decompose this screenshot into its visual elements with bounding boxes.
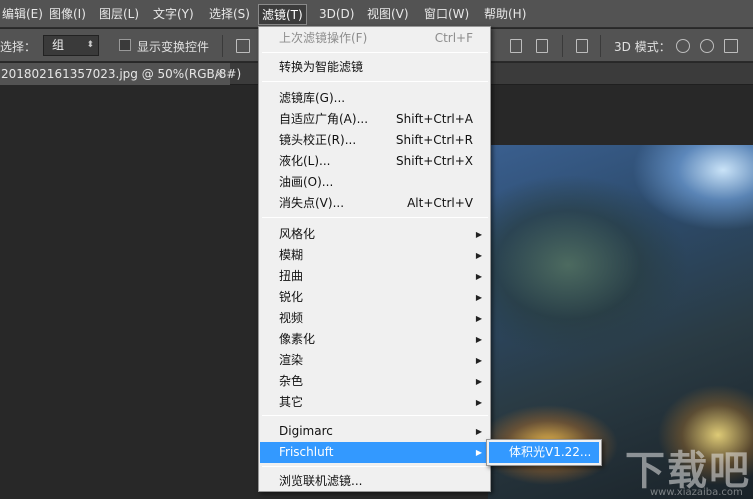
3d-rotate-icon[interactable] <box>676 39 690 53</box>
document-tab-title: 201802161357023.jpg @ 50%(RGB/8#) <box>1 67 242 81</box>
menu-item-label: Frischluft <box>279 445 334 459</box>
menu-item-blur[interactable]: 模糊 ▶ <box>260 245 489 266</box>
submenu-arrow-icon: ▶ <box>475 314 482 323</box>
menu-item-label: Digimarc <box>279 424 333 438</box>
filter-menu-dropdown: 上次滤镜操作(F) Ctrl+F 转换为智能滤镜 滤镜库(G)... 自适应广角… <box>258 26 491 492</box>
auto-select-value: 组 <box>52 38 65 52</box>
menu-bar: 编辑(E) 图像(I) 图层(L) 文字(Y) 选择(S) 滤镜(T) 3D(D… <box>0 0 753 28</box>
menu-item-label: 油画(O)... <box>279 175 334 189</box>
menu-item-stylize[interactable]: 风格化 ▶ <box>260 224 489 245</box>
submenu-arrow-icon: ▶ <box>475 335 482 344</box>
menu-view[interactable]: 视图(V) <box>364 4 412 25</box>
menu-item-noise[interactable]: 杂色 ▶ <box>260 371 489 392</box>
submenu-arrow-icon: ▶ <box>475 251 482 260</box>
auto-select-dropdown[interactable]: 组 ⬍ <box>43 35 99 56</box>
separator <box>600 35 601 57</box>
3d-mode-label: 3D 模式： <box>614 40 671 54</box>
menu-item-label: 风格化 <box>279 227 316 241</box>
menu-item-oil-paint[interactable]: 油画(O)... <box>260 172 489 193</box>
menu-filter[interactable]: 滤镜(T) <box>258 4 307 25</box>
menu-item-vanishing-point[interactable]: 消失点(V)... Alt+Ctrl+V <box>260 193 489 214</box>
separator <box>562 35 563 57</box>
align-top-icon[interactable] <box>236 39 250 53</box>
menu-item-shortcut: Shift+Ctrl+R <box>395 133 473 147</box>
menu-item-label: 扭曲 <box>279 269 304 283</box>
menu-separator <box>262 415 488 416</box>
menu-separator <box>262 466 488 467</box>
menu-help[interactable]: 帮助(H) <box>481 4 529 25</box>
menu-item-video[interactable]: 视频 ▶ <box>260 308 489 329</box>
menu-item-lens-correction[interactable]: 镜头校正(R)... Shift+Ctrl+R <box>260 130 489 151</box>
submenu-arrow-icon: ▶ <box>475 356 482 365</box>
distribute-right-icon[interactable] <box>536 39 548 53</box>
menu-item-label: 液化(L)... <box>279 154 331 168</box>
menu-item-label: 上次滤镜操作(F) <box>279 31 368 45</box>
updown-arrow-icon: ⬍ <box>86 40 94 50</box>
frischluft-submenu: 体积光V1.22... <box>486 439 602 466</box>
menu-item-label: 杂色 <box>279 374 304 388</box>
menu-item-distort[interactable]: 扭曲 ▶ <box>260 266 489 287</box>
menu-item-label: 渲染 <box>279 353 304 367</box>
submenu-arrow-icon: ▶ <box>475 293 482 302</box>
menu-item-shortcut: Alt+Ctrl+V <box>407 196 473 210</box>
menu-item-filter-gallery[interactable]: 滤镜库(G)... <box>260 88 489 109</box>
menu-item-render[interactable]: 渲染 ▶ <box>260 350 489 371</box>
menu-item-label: 像素化 <box>279 332 316 346</box>
3d-roll-icon[interactable] <box>700 39 714 53</box>
watermark-url: www.xiazaiba.com <box>650 487 743 498</box>
menu-separator <box>262 81 488 82</box>
menu-separator <box>262 217 488 218</box>
menu-select[interactable]: 选择(S) <box>206 4 253 25</box>
menu-item-label: 锐化 <box>279 290 304 304</box>
menu-item-label: 自适应广角(A)... <box>279 112 369 126</box>
separator <box>222 35 223 57</box>
distribute-center-icon[interactable] <box>510 39 522 53</box>
menu-item-pixelate[interactable]: 像素化 ▶ <box>260 329 489 350</box>
menu-item-digimarc[interactable]: Digimarc ▶ <box>260 421 489 442</box>
3d-drag-icon[interactable] <box>724 39 738 53</box>
menu-type[interactable]: 文字(Y) <box>150 4 197 25</box>
document-tab[interactable]: 201802161357023.jpg @ 50%(RGB/8#) × <box>0 63 241 85</box>
menu-item-shortcut: Shift+Ctrl+X <box>396 154 473 168</box>
menu-item-shortcut: Shift+Ctrl+A <box>396 112 473 126</box>
menu-item-label: 其它 <box>279 395 304 409</box>
auto-align-icon[interactable] <box>576 39 588 53</box>
menu-edit[interactable]: 编辑(E) <box>0 4 46 25</box>
menu-3d[interactable]: 3D(D) <box>316 4 357 25</box>
menu-item-label: 浏览联机滤镜... <box>279 474 363 488</box>
menu-layer[interactable]: 图层(L) <box>96 4 142 25</box>
menu-item-label: 模糊 <box>279 248 304 262</box>
menu-item-label: 转换为智能滤镜 <box>279 60 364 74</box>
menu-item-volumetric-light[interactable]: 体积光V1.22... <box>489 442 599 463</box>
menu-item-browse-online-filters[interactable]: 浏览联机滤镜... <box>260 471 489 492</box>
show-transform-controls-checkbox[interactable] <box>119 39 131 51</box>
menu-item-liquify[interactable]: 液化(L)... Shift+Ctrl+X <box>260 151 489 172</box>
menu-item-shortcut: Ctrl+F <box>434 31 473 45</box>
submenu-arrow-icon: ▶ <box>475 272 482 281</box>
menu-item-sharpen[interactable]: 锐化 ▶ <box>260 287 489 308</box>
menu-item-label: 视频 <box>279 311 304 325</box>
auto-select-label: 选择： <box>0 40 37 54</box>
submenu-arrow-icon: ▶ <box>475 377 482 386</box>
menu-item-label: 滤镜库(G)... <box>279 91 346 105</box>
submenu-arrow-icon: ▶ <box>475 427 482 436</box>
menu-item-label: 消失点(V)... <box>279 196 345 210</box>
menu-image[interactable]: 图像(I) <box>46 4 89 25</box>
menu-item-last-filter[interactable]: 上次滤镜操作(F) Ctrl+F <box>260 28 489 49</box>
menu-item-adaptive-wide-angle[interactable]: 自适应广角(A)... Shift+Ctrl+A <box>260 109 489 130</box>
close-tab-icon[interactable]: × <box>215 63 224 85</box>
menu-separator <box>262 52 488 53</box>
menu-item-frischluft[interactable]: Frischluft ▶ <box>260 442 489 463</box>
transform-controls-label: 显示变换控件 <box>137 40 210 54</box>
menu-item-other[interactable]: 其它 ▶ <box>260 392 489 413</box>
menu-item-label: 镜头校正(R)... <box>279 133 357 147</box>
submenu-arrow-icon: ▶ <box>475 448 482 457</box>
submenu-arrow-icon: ▶ <box>475 398 482 407</box>
menu-window[interactable]: 窗口(W) <box>421 4 472 25</box>
menu-item-convert-smart-filter[interactable]: 转换为智能滤镜 <box>260 57 489 78</box>
submenu-arrow-icon: ▶ <box>475 230 482 239</box>
